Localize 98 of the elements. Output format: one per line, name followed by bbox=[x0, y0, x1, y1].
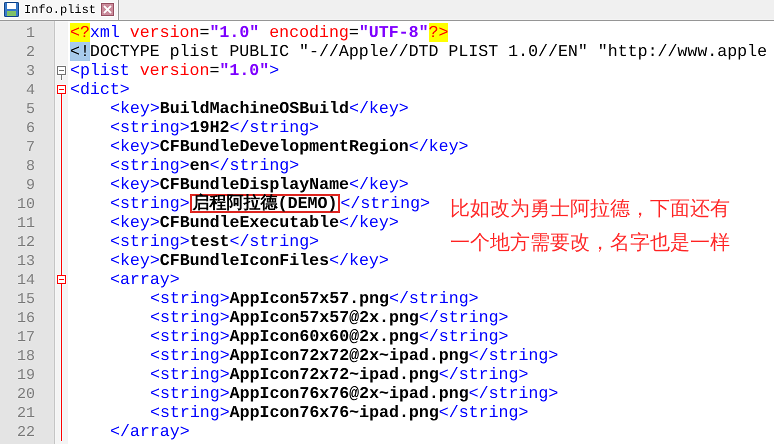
element-text: AppIcon72x72@2x~ipad.png bbox=[230, 346, 469, 365]
element-text: BuildMachineOSBuild bbox=[160, 99, 349, 118]
line-number: 2 bbox=[26, 44, 35, 61]
xml-tag: </string> bbox=[210, 156, 300, 175]
file-tab[interactable]: Info.plist bbox=[0, 0, 120, 20]
annotation-text: 一个地方需要改，名字也是一样 bbox=[450, 229, 730, 255]
element-text: CFBundleDevelopmentRegion bbox=[160, 137, 409, 156]
xml-tag: <key> bbox=[110, 137, 160, 156]
xml-tag: <string> bbox=[110, 118, 190, 137]
xml-tag: </key> bbox=[329, 251, 389, 270]
xml-tag: <string> bbox=[150, 365, 230, 384]
xml-tag: <string> bbox=[150, 308, 230, 327]
xml-tag: </string> bbox=[418, 327, 508, 346]
line-number: 12 bbox=[16, 234, 35, 251]
xml-tag: <key> bbox=[110, 213, 160, 232]
element-text: en bbox=[190, 156, 210, 175]
xml-tag: </key> bbox=[349, 99, 409, 118]
code-text: = bbox=[348, 23, 359, 42]
element-text: CFBundleDisplayName bbox=[160, 175, 349, 194]
xml-tag: <string> bbox=[110, 232, 190, 251]
line-number: 1 bbox=[26, 25, 35, 42]
element-text: AppIcon57x57.png bbox=[230, 289, 389, 308]
line-number: 22 bbox=[16, 424, 35, 441]
xml-tag: </string> bbox=[418, 308, 508, 327]
xml-tag: <string> bbox=[150, 289, 230, 308]
xml-tag: </string> bbox=[340, 194, 430, 213]
element-text: AppIcon76x76~ipad.png bbox=[230, 403, 439, 422]
line-number: 8 bbox=[26, 158, 35, 175]
element-text: test bbox=[190, 232, 230, 251]
xml-tag: </string> bbox=[438, 365, 528, 384]
collapse-icon[interactable] bbox=[57, 66, 66, 75]
line-number: 11 bbox=[16, 215, 35, 232]
attribute-name: version bbox=[130, 23, 200, 42]
line-number: 9 bbox=[26, 177, 35, 194]
attribute-value: "1.0" bbox=[219, 61, 270, 80]
processing-instruction: <? bbox=[70, 23, 90, 42]
attribute-value: "1.0" bbox=[209, 23, 260, 42]
xml-tag: </string> bbox=[389, 289, 479, 308]
line-number: 14 bbox=[16, 272, 35, 289]
line-number: 17 bbox=[16, 329, 35, 346]
line-number: 18 bbox=[16, 348, 35, 365]
xml-tag: <string> bbox=[150, 403, 230, 422]
line-number: 5 bbox=[26, 101, 35, 118]
element-text: 19H2 bbox=[190, 118, 230, 137]
xml-tag: <key> bbox=[110, 99, 160, 118]
element-text: CFBundleIconFiles bbox=[160, 251, 330, 270]
xml-tag: </string> bbox=[468, 346, 558, 365]
line-number: 6 bbox=[26, 120, 35, 137]
annotation-text: 比如改为勇士阿拉德，下面还有 bbox=[450, 195, 730, 221]
xml-tag: <string> bbox=[150, 346, 230, 365]
xml-tag: <string> bbox=[110, 156, 190, 175]
xml-tag: <plist bbox=[70, 61, 140, 80]
line-number: 7 bbox=[26, 139, 35, 156]
line-number: 13 bbox=[16, 253, 35, 270]
collapse-icon[interactable] bbox=[57, 85, 66, 94]
line-number: 16 bbox=[16, 310, 35, 327]
line-number: 10 bbox=[16, 196, 35, 213]
line-number: 19 bbox=[16, 367, 35, 384]
xml-tag: </key> bbox=[339, 213, 399, 232]
line-number: 21 bbox=[16, 405, 35, 422]
code-text: = bbox=[199, 23, 210, 42]
bracket-highlight: <! bbox=[70, 42, 90, 61]
xml-tag: <string> bbox=[110, 194, 190, 213]
element-text: AppIcon60x60@2x.png bbox=[230, 327, 419, 346]
line-number: 3 bbox=[26, 63, 35, 80]
element-text: (DEMO) bbox=[278, 194, 338, 213]
element-text: AppIcon72x72~ipad.png bbox=[230, 365, 439, 384]
code-text: = bbox=[209, 61, 220, 80]
code-text: DOCTYPE plist PUBLIC "-//Apple//DTD PLIST 1.0//EN" "http://www.apple bbox=[90, 42, 768, 61]
xml-tag: </string> bbox=[230, 232, 320, 251]
xml-tag: <string> bbox=[150, 384, 230, 403]
element-text: AppIcon76x76@2x~ipad.png bbox=[230, 384, 469, 403]
xml-tag: <dict> bbox=[70, 80, 130, 99]
line-number: 20 bbox=[16, 386, 35, 403]
xml-tag: </string> bbox=[438, 403, 528, 422]
attribute-value: "UTF-8" bbox=[358, 23, 429, 42]
xml-tag: </string> bbox=[468, 384, 558, 403]
xml-tag: <key> bbox=[110, 175, 160, 194]
xml-tag: <array> bbox=[110, 270, 180, 289]
xml-tag: <string> bbox=[150, 327, 230, 346]
xml-tag: </array> bbox=[110, 422, 190, 441]
line-number: 4 bbox=[26, 82, 35, 99]
xml-tag: </string> bbox=[230, 118, 320, 137]
element-text: CFBundleExecutable bbox=[160, 213, 340, 232]
xml-tag: </key> bbox=[408, 137, 468, 156]
attribute-name: version bbox=[140, 61, 210, 80]
close-icon[interactable] bbox=[101, 3, 114, 16]
element-text: AppIcon57x57@2x.png bbox=[230, 308, 419, 327]
processing-instruction: ?> bbox=[428, 23, 448, 42]
xml-tag: </key> bbox=[349, 175, 409, 194]
line-number: 15 bbox=[16, 291, 35, 308]
collapse-icon[interactable] bbox=[57, 275, 66, 284]
xml-tag: xml bbox=[90, 23, 130, 42]
attribute-name: encoding bbox=[269, 23, 349, 42]
element-text: 启程阿拉德 bbox=[192, 194, 278, 213]
xml-tag: <key> bbox=[110, 251, 160, 270]
xml-tag: > bbox=[269, 61, 280, 80]
tab-title: Info.plist bbox=[24, 2, 96, 18]
